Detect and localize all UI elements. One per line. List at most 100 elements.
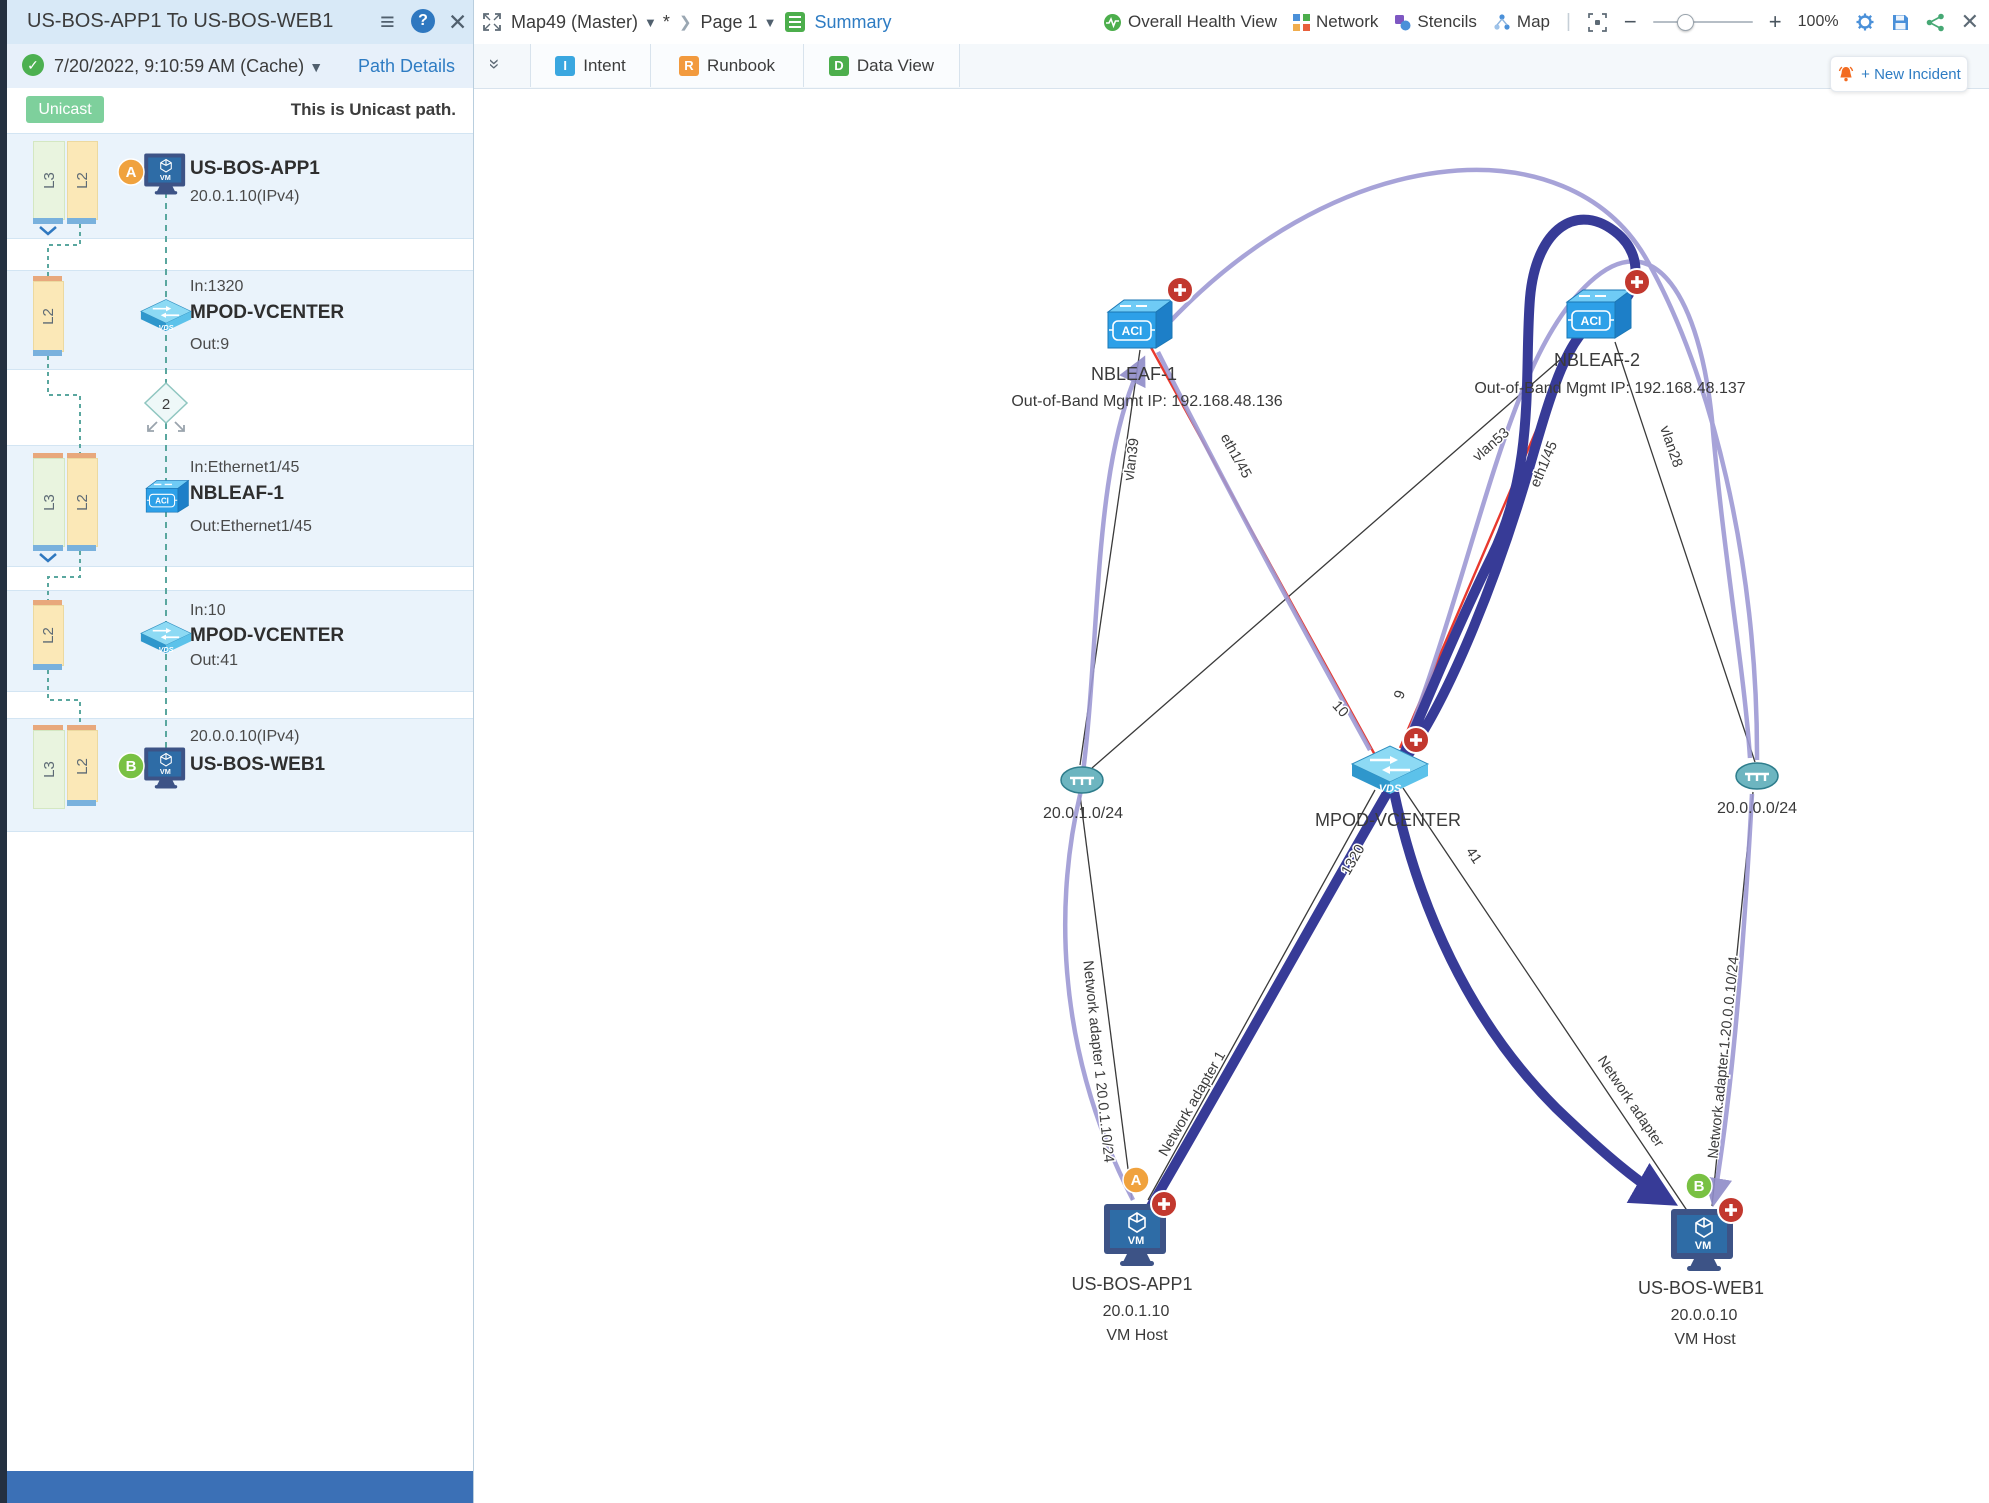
fullscreen-icon[interactable] <box>482 12 502 32</box>
help-icon[interactable]: ? <box>411 9 435 33</box>
layer-tab-l2[interactable]: L2 <box>67 458 98 547</box>
edge-label-port9: 9 <box>1391 688 1409 701</box>
runbook-icon: R <box>679 56 699 76</box>
endpoint-b-badge: B <box>1686 1173 1712 1199</box>
app-window: US-BOS-APP1 To US-BOS-WEB1 ≡ ? ✕ ✓ 7/20/… <box>0 0 1989 1503</box>
tab-underline <box>33 350 62 356</box>
endpoint-b-letter: B <box>1694 1178 1705 1195</box>
link-nbleaf2-net2[interactable] <box>1615 342 1755 762</box>
hop-device-name[interactable]: US-BOS-WEB1 <box>190 754 325 776</box>
layer-tab-l3[interactable]: L3 <box>33 458 65 547</box>
layer-tab-l2[interactable]: L2 <box>33 281 64 352</box>
node-label: 20.0.0.0/24 <box>1717 800 1797 817</box>
path-details-link[interactable]: Path Details <box>358 56 455 77</box>
incident-bell-icon <box>1837 65 1855 83</box>
tab-data-view[interactable]: D Data View <box>803 44 960 87</box>
hop-device-ip: 20.0.0.10(IPv4) <box>190 728 299 746</box>
node-web1[interactable]: B US-BOS-WEB1 20.0.0.10 VM Host <box>1638 1173 1764 1348</box>
hop-out-port: Out:41 <box>190 652 238 670</box>
map-name-dropdown[interactable]: Map49 (Master) ▼ * <box>511 12 670 33</box>
unicast-path-vcenter-web1[interactable] <box>1394 792 1668 1200</box>
save-icon[interactable] <box>1891 13 1910 32</box>
node-subnet-20-0-1-0[interactable]: 20.0.1.0/24 <box>1043 767 1123 822</box>
endpoint-a-letter: A <box>1131 1172 1142 1189</box>
alert-plus-badge[interactable] <box>1151 1191 1177 1217</box>
settings-gear-icon[interactable] <box>1855 12 1875 32</box>
endpoint-a-badge: A <box>1123 1167 1149 1193</box>
path-timestamp-dropdown[interactable]: 7/20/2022, 9:10:59 AM (Cache) ▼ <box>54 56 323 77</box>
path-pane-header: US-BOS-APP1 To US-BOS-WEB1 ≡ ? ✕ <box>7 0 473 45</box>
close-map-icon[interactable]: ✕ <box>1961 9 1979 35</box>
lan-segment-icon <box>1061 767 1103 793</box>
node-nbleaf1[interactable]: NBLEAF-1 Out-of-Band Mgmt IP: 192.168.48… <box>1011 277 1282 410</box>
zoom-out-button[interactable]: − <box>1624 12 1637 32</box>
page-dropdown[interactable]: Page 1 ▼ <box>701 12 777 33</box>
sidebar-footer-bar[interactable] <box>7 1471 473 1503</box>
chevron-down-icon: ▼ <box>644 15 657 30</box>
l2-path-nbleaf1-vcenter[interactable] <box>1158 352 1370 750</box>
topology-canvas[interactable]: vlan39 vlan53 vlan28 eth1/45 eth1/45 10 … <box>474 88 1989 1503</box>
node-mgmt-ip: Out-of-Band Mgmt IP: 192.168.48.137 <box>1474 380 1745 397</box>
node-label: US-BOS-APP1 <box>1071 1274 1192 1294</box>
stencils-button[interactable]: Stencils <box>1394 12 1477 32</box>
hop-device-name[interactable]: MPOD-VCENTER <box>190 625 344 647</box>
alert-plus-badge[interactable] <box>1403 727 1429 753</box>
edge-label-port10: 10 <box>1329 698 1352 721</box>
zoom-in-button[interactable]: + <box>1769 12 1782 32</box>
tab-runbook[interactable]: R Runbook <box>650 44 804 87</box>
layer-tab-l2[interactable]: L2 <box>33 605 64 666</box>
map-menu-button[interactable]: Map <box>1493 12 1550 32</box>
l2-connector-line <box>48 356 80 453</box>
network-label: Network <box>1316 12 1378 32</box>
node-ip: 20.0.0.10 <box>1671 1307 1738 1324</box>
node-vcenter[interactable]: MPOD-VCENTER <box>1315 727 1461 830</box>
edge-label-network-adapter-web-subnet: Network adapter 1 20.0.0.10/24 <box>1705 956 1742 1160</box>
network-grid-icon <box>1293 14 1310 31</box>
alert-plus-badge[interactable] <box>1718 1197 1744 1223</box>
summary-link[interactable]: Summary <box>814 12 891 33</box>
link-vcenter-app1[interactable] <box>1148 790 1375 1200</box>
hop-device-name[interactable]: MPOD-VCENTER <box>190 302 344 324</box>
node-label: 20.0.1.0/24 <box>1043 805 1123 822</box>
layer-tab-l3[interactable]: L3 <box>33 730 65 809</box>
summary-icon <box>785 12 805 32</box>
node-label: US-BOS-WEB1 <box>1638 1278 1764 1298</box>
hop-device-name[interactable]: US-BOS-APP1 <box>190 158 320 180</box>
close-pane-icon[interactable]: ✕ <box>448 8 467 36</box>
node-label: NBLEAF-2 <box>1554 350 1640 370</box>
layer-tab-l2[interactable]: L2 <box>67 141 98 220</box>
data-view-icon: D <box>829 56 849 76</box>
zoom-slider[interactable] <box>1653 21 1753 23</box>
path-timestamp: 7/20/2022, 9:10:59 AM (Cache) <box>54 56 304 76</box>
layer-tab-label: L2 <box>40 308 57 325</box>
hop-device-name[interactable]: NBLEAF-1 <box>190 483 284 505</box>
layer-tab-l2[interactable]: L2 <box>67 730 98 802</box>
link-vcenter-web1[interactable] <box>1403 788 1688 1212</box>
collapse-tabs-icon[interactable]: » <box>482 59 504 70</box>
zoom-slider-thumb[interactable] <box>1677 14 1694 31</box>
map-menu-label: Map <box>1517 12 1550 32</box>
fit-to-screen-icon[interactable] <box>1587 12 1608 33</box>
menu-icon[interactable]: ≡ <box>380 8 395 36</box>
alert-plus-badge[interactable] <box>1624 269 1650 295</box>
layer-tab-label: L3 <box>41 494 58 511</box>
aci-switch-icon <box>1567 290 1631 338</box>
layer-tab-l3[interactable]: L3 <box>33 141 65 220</box>
node-subnet-20-0-0-0[interactable]: 20.0.0.0/24 <box>1717 763 1797 817</box>
layer-tab-label: L2 <box>74 172 91 189</box>
node-label: MPOD-VCENTER <box>1315 810 1461 830</box>
tab-underline <box>67 545 96 551</box>
stencils-icon <box>1394 14 1411 31</box>
network-button[interactable]: Network <box>1293 12 1378 32</box>
overall-health-view-button[interactable]: Overall Health View <box>1103 12 1277 32</box>
breadcrumb-separator: ❯ <box>679 13 692 31</box>
map-toolbar-right: Overall Health View Network Stencils <box>1103 0 1979 44</box>
edge-labels: vlan39 vlan53 vlan28 eth1/45 eth1/45 10 … <box>1079 424 1742 1164</box>
alert-plus-badge[interactable] <box>1167 277 1193 303</box>
share-icon[interactable] <box>1926 13 1945 32</box>
new-incident-button[interactable]: + New Incident <box>1830 56 1968 92</box>
layer-tab-label: L2 <box>74 494 91 511</box>
tab-intent[interactable]: I Intent <box>530 44 651 87</box>
path-details-pane: US-BOS-APP1 To US-BOS-WEB1 ≡ ? ✕ ✓ 7/20/… <box>0 0 474 1503</box>
edge-label-vlan53: vlan53 <box>1470 425 1513 465</box>
